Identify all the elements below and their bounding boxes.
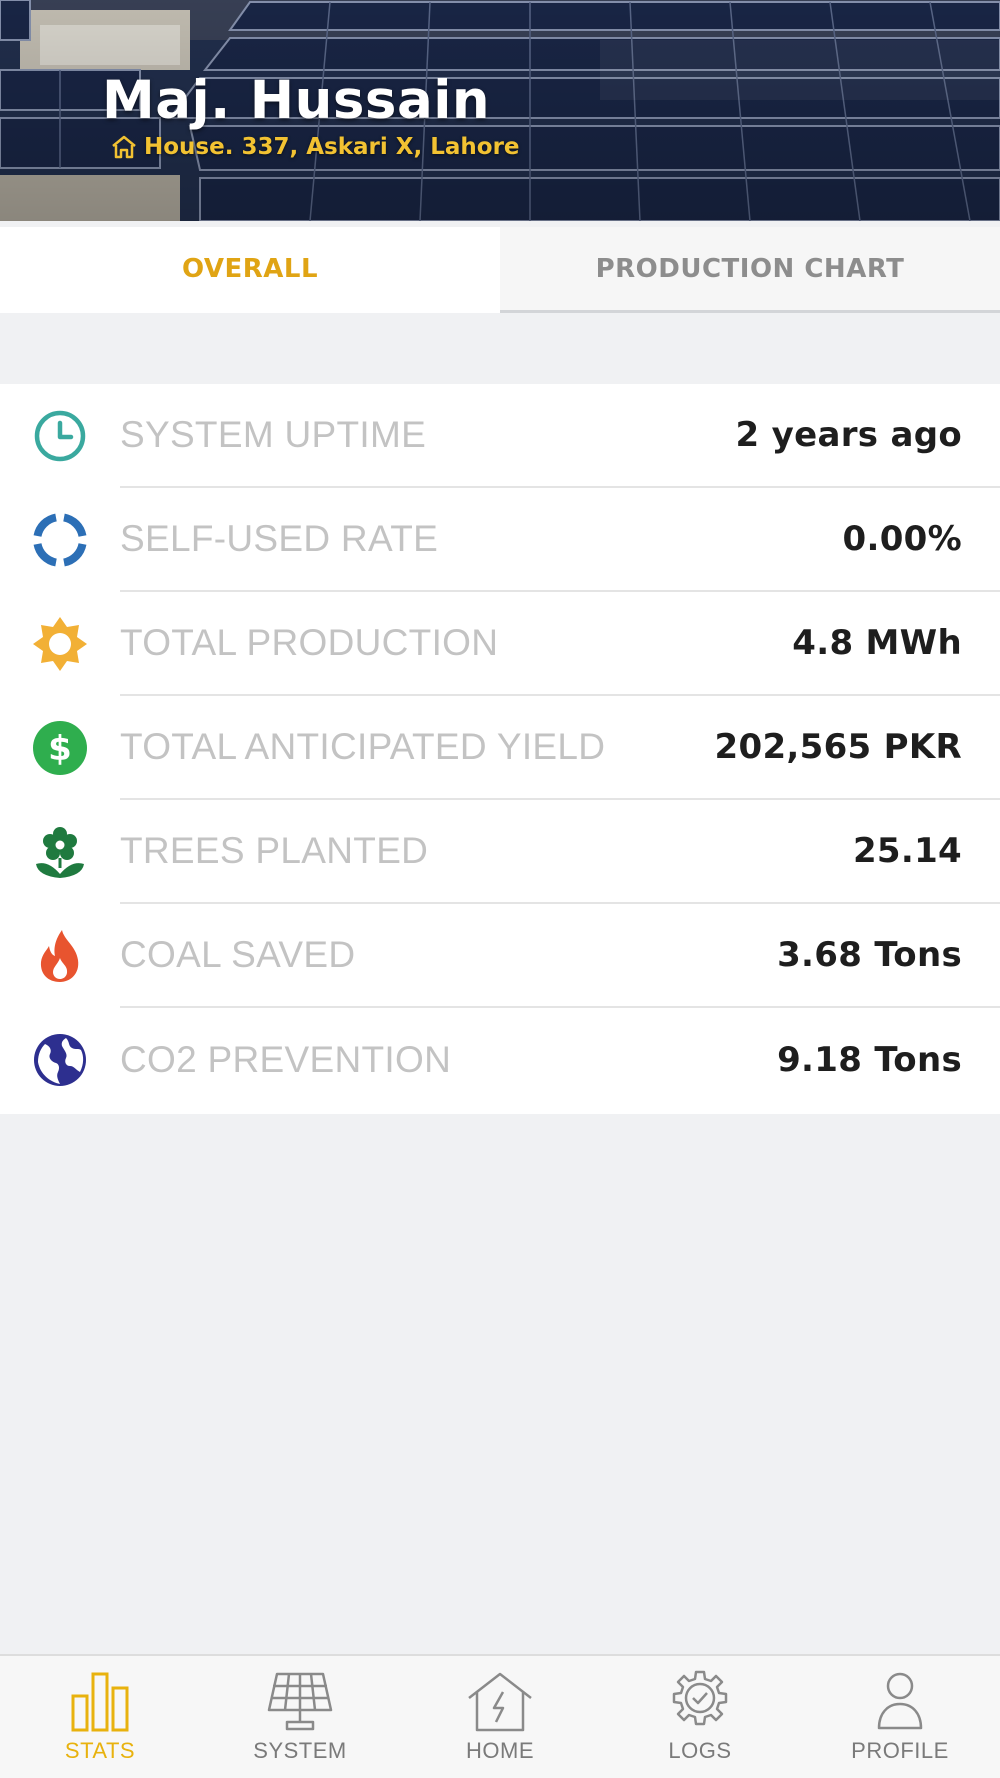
address-text: House. 337, Askari X, Lahore bbox=[144, 134, 520, 160]
stat-label: TOTAL ANTICIPATED YIELD bbox=[120, 726, 606, 767]
stat-value: 0.00% bbox=[842, 519, 962, 559]
stat-label: SELF-USED RATE bbox=[120, 518, 439, 559]
stat-value: 2 years ago bbox=[735, 415, 962, 455]
gear-check-icon bbox=[672, 1670, 728, 1726]
svg-text:$: $ bbox=[48, 729, 72, 769]
globe-icon bbox=[34, 1034, 86, 1086]
nav-home[interactable]: HOME bbox=[400, 1656, 600, 1778]
dollar-icon: $ bbox=[33, 721, 87, 775]
stat-value: 3.68 Tons bbox=[777, 935, 962, 975]
nav-logs[interactable]: LOGS bbox=[600, 1656, 800, 1778]
stat-label: TOTAL PRODUCTION bbox=[120, 622, 499, 663]
donut-progress-icon bbox=[33, 513, 87, 567]
bottom-navigation: STATS SYSTEM HOME LOGS PROFILE bbox=[0, 1654, 1000, 1778]
solar-panel-icon bbox=[267, 1672, 333, 1731]
header-banner: Maj. Hussain House. 337, Askari X, Lahor… bbox=[0, 0, 1000, 221]
stat-value: 4.8 MWh bbox=[792, 623, 962, 663]
tab-production-chart[interactable]: PRODUCTION CHART bbox=[500, 227, 1000, 310]
home-outline-icon bbox=[112, 135, 136, 159]
stat-row-co2-prevention: CO2 PREVENTION 9.18 Tons bbox=[0, 1008, 1000, 1112]
stat-row-total-production: TOTAL PRODUCTION 4.8 MWh bbox=[0, 592, 1000, 696]
user-icon bbox=[877, 1672, 923, 1730]
stat-value: 9.18 Tons bbox=[777, 1040, 962, 1080]
stat-row-system-uptime: SYSTEM UPTIME 2 years ago bbox=[0, 384, 1000, 488]
nav-stats[interactable]: STATS bbox=[0, 1656, 200, 1778]
nav-label: SYSTEM bbox=[253, 1738, 347, 1763]
home-bolt-icon bbox=[468, 1672, 532, 1732]
nav-label: LOGS bbox=[668, 1738, 732, 1763]
stat-value: 25.14 bbox=[852, 831, 962, 871]
stat-row-total-anticipated-yield: $ TOTAL ANTICIPATED YIELD 202,565 PKR bbox=[0, 696, 1000, 800]
clock-icon bbox=[34, 410, 86, 462]
stat-label: COAL SAVED bbox=[120, 934, 356, 975]
nav-label: PROFILE bbox=[851, 1738, 949, 1763]
stat-value: 202,565 PKR bbox=[714, 727, 962, 767]
nav-system[interactable]: SYSTEM bbox=[200, 1656, 400, 1778]
sun-icon bbox=[33, 617, 87, 671]
nav-profile[interactable]: PROFILE bbox=[800, 1656, 1000, 1778]
stat-label: TREES PLANTED bbox=[120, 830, 429, 871]
stat-label: SYSTEM UPTIME bbox=[120, 414, 427, 455]
owner-name: Maj. Hussain bbox=[102, 70, 491, 131]
tab-bar: OVERALL PRODUCTION CHART bbox=[0, 227, 1000, 313]
flower-icon bbox=[36, 827, 84, 878]
nav-label: STATS bbox=[64, 1738, 136, 1763]
address-row: House. 337, Askari X, Lahore bbox=[110, 132, 520, 162]
flame-icon bbox=[40, 930, 79, 982]
stat-row-trees-planted: TREES PLANTED 25.14 bbox=[0, 800, 1000, 904]
stat-label: CO2 PREVENTION bbox=[120, 1039, 452, 1080]
stat-row-self-used-rate: SELF-USED RATE 0.00% bbox=[0, 488, 1000, 592]
nav-label: HOME bbox=[466, 1738, 534, 1763]
stats-list: SYSTEM UPTIME 2 years ago SELF-USED RATE… bbox=[0, 384, 1000, 1114]
stat-row-coal-saved: COAL SAVED 3.68 Tons bbox=[0, 904, 1000, 1008]
tab-overall[interactable]: OVERALL bbox=[0, 227, 500, 313]
bar-chart-icon bbox=[71, 1672, 129, 1732]
